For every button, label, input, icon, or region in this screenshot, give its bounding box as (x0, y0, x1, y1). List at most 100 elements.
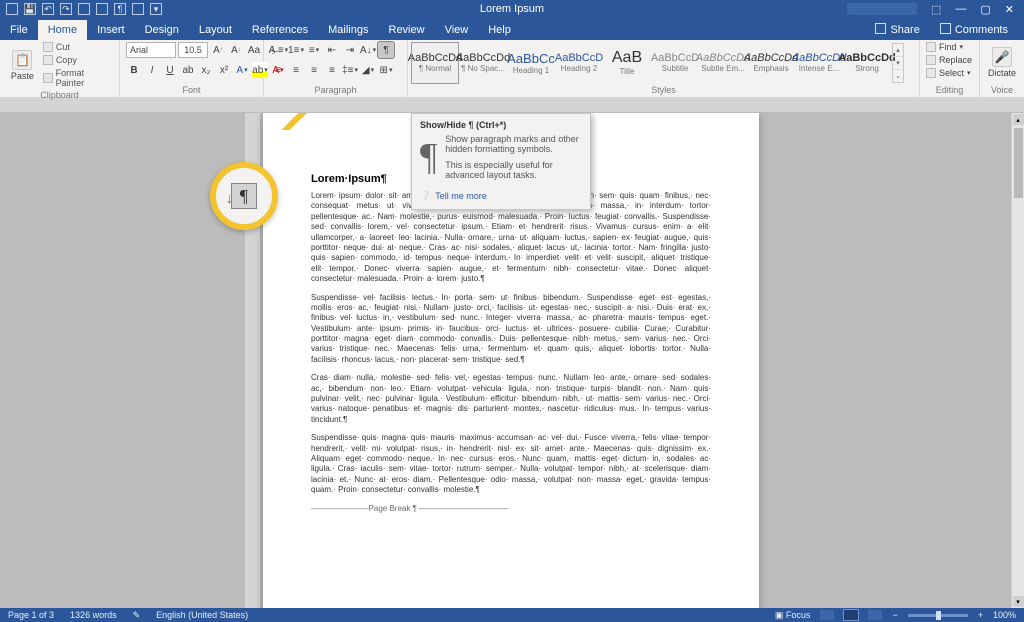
text-effects-button[interactable]: A (234, 62, 250, 78)
font-name-combo[interactable]: Arial (126, 42, 176, 58)
increase-indent-button[interactable]: ⇥ (342, 42, 358, 58)
comments-button[interactable]: Comments (930, 19, 1018, 40)
page-indicator[interactable]: Page 1 of 3 (8, 610, 54, 620)
italic-button[interactable]: I (144, 62, 160, 78)
group-voice: 🎤 Dictate Voice (980, 40, 1024, 97)
pilcrow-icon[interactable]: ¶ (114, 3, 126, 15)
paste-button[interactable]: 📋 Paste (6, 50, 39, 81)
zoom-knob[interactable] (936, 611, 941, 620)
qat-btn-icon[interactable] (96, 3, 108, 15)
tell-me-more-link[interactable]: Tell me more (420, 190, 582, 201)
style-no-spacing[interactable]: AaBbCcDd¶ No Spac... (460, 43, 506, 83)
numbering-button[interactable]: 1≡ (288, 42, 304, 58)
underline-button[interactable]: U (162, 62, 178, 78)
align-center-button[interactable]: ≡ (288, 62, 304, 78)
style-label: ¶ Normal (419, 64, 451, 73)
font-size-combo[interactable]: 10.5 (178, 42, 208, 58)
tab-insert[interactable]: Insert (87, 20, 135, 40)
style-normal[interactable]: AaBbCcDd¶ Normal (412, 43, 458, 83)
scroll-down-icon[interactable]: ▾ (1013, 596, 1024, 607)
group-styles: AaBbCcDd¶ Normal AaBbCcDd¶ No Spac... Aa… (408, 40, 920, 97)
select-label: Select (939, 68, 964, 78)
gallery-more-icon[interactable]: ⌄ (893, 70, 903, 82)
style-subtle-emphasis[interactable]: AaBbCcDdSubtle Em... (700, 43, 746, 83)
tab-layout[interactable]: Layout (189, 20, 242, 40)
horizontal-ruler[interactable] (0, 98, 1024, 113)
gallery-down-icon[interactable]: ▾ (893, 57, 903, 70)
web-layout-button[interactable] (868, 610, 882, 620)
grow-font-button[interactable]: A↑ (210, 42, 226, 58)
tab-review[interactable]: Review (379, 20, 435, 40)
tab-help[interactable]: Help (478, 20, 521, 40)
tab-references[interactable]: References (242, 20, 318, 40)
style-title[interactable]: AaBTitle (604, 43, 650, 83)
find-button[interactable]: Find▾ (926, 42, 963, 52)
style-intense-emphasis[interactable]: AaBbCcDdIntense E... (796, 43, 842, 83)
show-hide-button[interactable]: ¶ (378, 42, 394, 58)
share-button[interactable]: Share (865, 19, 929, 40)
tab-mailings[interactable]: Mailings (318, 20, 378, 40)
ribbon-options-icon[interactable]: ⬚ (931, 3, 941, 16)
close-icon[interactable]: ✕ (1005, 3, 1014, 16)
superscript-button[interactable]: x² (216, 62, 232, 78)
subscript-button[interactable]: x₂ (198, 62, 214, 78)
zoom-in-button[interactable]: + (978, 610, 983, 620)
zoom-out-button[interactable]: − (892, 610, 897, 620)
replace-button[interactable]: Replace (926, 55, 972, 65)
spellcheck-icon[interactable]: ✎ (133, 610, 141, 621)
multilevel-button[interactable]: ≡ (306, 42, 322, 58)
tab-design[interactable]: Design (135, 20, 189, 40)
redo-icon[interactable]: ↷ (60, 3, 72, 15)
tab-file[interactable]: File (0, 20, 38, 40)
zoom-level[interactable]: 100% (993, 610, 1016, 620)
sort-button[interactable]: A↓ (360, 42, 376, 58)
styles-gallery[interactable]: AaBbCcDd¶ Normal AaBbCcDd¶ No Spac... Aa… (412, 43, 904, 83)
page-break-marker: Page Break ¶ (311, 504, 711, 513)
qat-btn-icon[interactable] (78, 3, 90, 15)
align-right-button[interactable]: ≡ (306, 62, 322, 78)
language-indicator[interactable]: English (United States) (156, 610, 248, 620)
scroll-thumb[interactable] (1014, 128, 1023, 198)
word-count[interactable]: 1326 words (70, 610, 117, 620)
shading-button[interactable]: ◢ (360, 62, 376, 78)
change-case-button[interactable]: Aa (246, 42, 262, 58)
save-icon[interactable]: 💾 (24, 3, 36, 15)
style-strong[interactable]: AaBbCcDdStrong (844, 43, 890, 83)
style-emphasis[interactable]: AaBbCcDdEmphasis (748, 43, 794, 83)
undo-icon[interactable]: ↶ (42, 3, 54, 15)
format-painter-button[interactable]: Format Painter (43, 68, 113, 88)
gallery-scroll[interactable]: ▴▾⌄ (892, 43, 904, 83)
bold-button[interactable]: B (126, 62, 142, 78)
scroll-up-icon[interactable]: ▴ (1013, 114, 1024, 125)
gallery-up-icon[interactable]: ▴ (893, 44, 903, 57)
borders-button[interactable]: ⊞ (378, 62, 394, 78)
bullets-button[interactable]: ⋮≡ (270, 42, 286, 58)
zoom-slider[interactable] (908, 614, 968, 617)
read-mode-button[interactable] (820, 610, 834, 620)
strikethrough-button[interactable]: ab (180, 62, 196, 78)
style-subtitle[interactable]: AaBbCcDSubtitle (652, 43, 698, 83)
print-layout-button[interactable] (844, 610, 858, 620)
doc-paragraph: Suspendisse· vel· facilisis· lectus.· In… (311, 293, 711, 366)
select-button[interactable]: Select▾ (926, 68, 971, 78)
maximize-icon[interactable]: ▢ (980, 3, 990, 16)
qat-customize-icon[interactable]: ▾ (150, 3, 162, 15)
user-account[interactable] (847, 3, 917, 15)
cut-button[interactable]: Cut (43, 42, 113, 52)
align-left-button[interactable]: ≡ (270, 62, 286, 78)
vertical-scrollbar[interactable]: ▴ ▾ (1011, 113, 1024, 608)
shrink-font-button[interactable]: A↓ (228, 42, 244, 58)
tab-view[interactable]: View (435, 20, 479, 40)
focus-mode-button[interactable]: ▣ Focus (775, 610, 811, 621)
style-heading2[interactable]: AaBbCcDHeading 2 (556, 43, 602, 83)
decrease-indent-button[interactable]: ⇤ (324, 42, 340, 58)
dictate-button[interactable]: 🎤 Dictate (986, 47, 1018, 78)
minimize-icon[interactable]: — (955, 3, 966, 15)
autosave-icon[interactable] (6, 3, 18, 15)
copy-button[interactable]: Copy (43, 55, 113, 65)
tab-home[interactable]: Home (38, 20, 87, 40)
style-heading1[interactable]: AaBbCcHeading 1 (508, 43, 554, 83)
line-spacing-button[interactable]: ‡≡ (342, 62, 358, 78)
justify-button[interactable]: ≡ (324, 62, 340, 78)
qat-btn-icon[interactable] (132, 3, 144, 15)
